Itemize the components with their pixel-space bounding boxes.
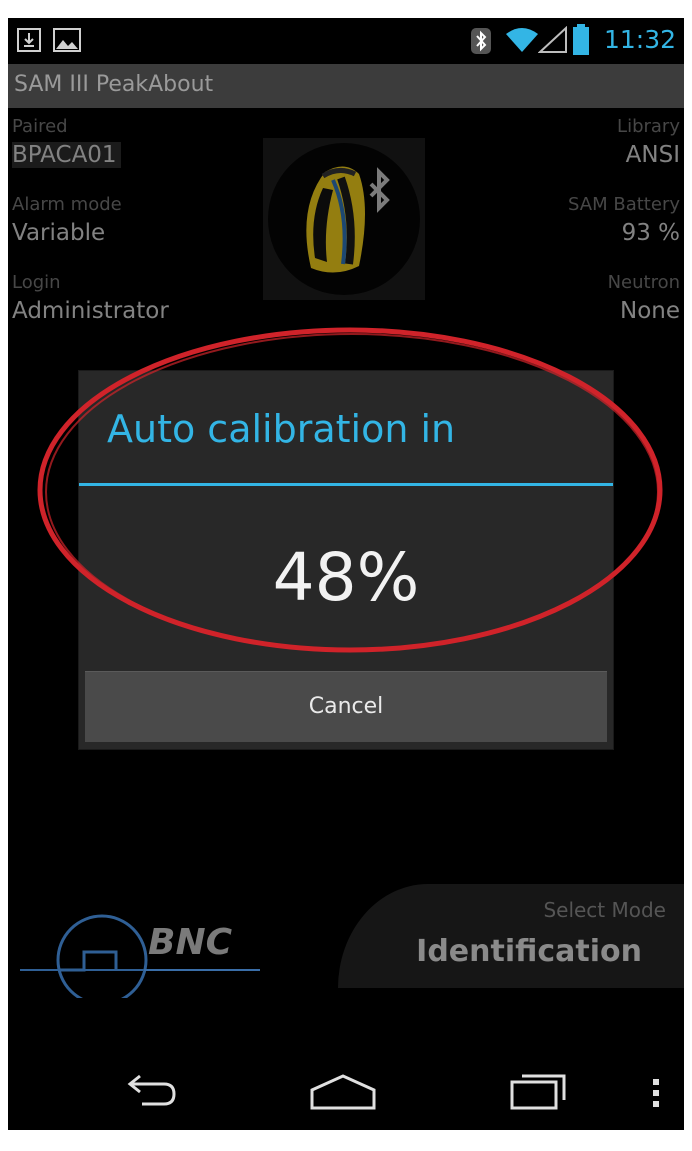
back-icon[interactable] <box>118 1072 178 1116</box>
overflow-menu-icon[interactable] <box>652 1078 660 1112</box>
phone-screen: 11:32 SAM III PeakAbout Paired BPACA01 A… <box>8 18 684 1130</box>
annotation-ellipse <box>37 327 663 653</box>
navigation-bar <box>8 1052 684 1130</box>
home-icon[interactable] <box>308 1072 378 1116</box>
recents-icon[interactable] <box>508 1066 572 1116</box>
